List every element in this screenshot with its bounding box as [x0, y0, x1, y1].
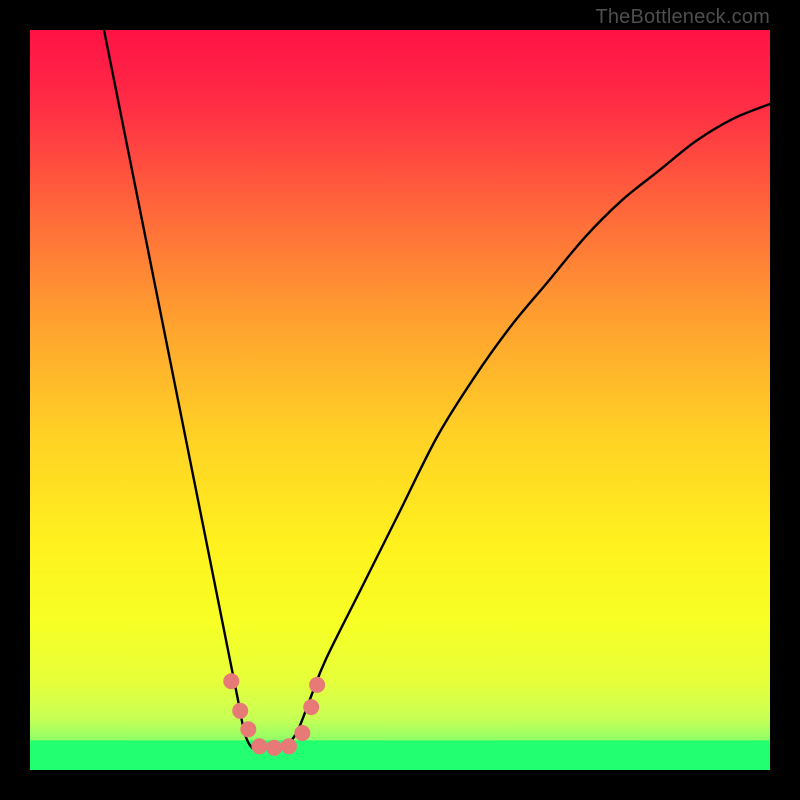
marker-dot — [232, 703, 248, 719]
green-band — [30, 740, 770, 770]
marker-dot — [240, 721, 256, 737]
marker-dot — [309, 677, 325, 693]
chart-svg — [30, 30, 770, 770]
marker-dot — [266, 740, 282, 756]
marker-dot — [223, 673, 239, 689]
watermark-text: TheBottleneck.com — [595, 6, 770, 29]
marker-dot — [303, 699, 319, 715]
marker-dot — [281, 738, 297, 754]
marker-dot — [251, 738, 267, 754]
plot-area — [30, 30, 770, 770]
chart-frame: TheBottleneck.com — [0, 0, 800, 800]
marker-dot — [294, 725, 310, 741]
gradient-background — [30, 30, 770, 770]
